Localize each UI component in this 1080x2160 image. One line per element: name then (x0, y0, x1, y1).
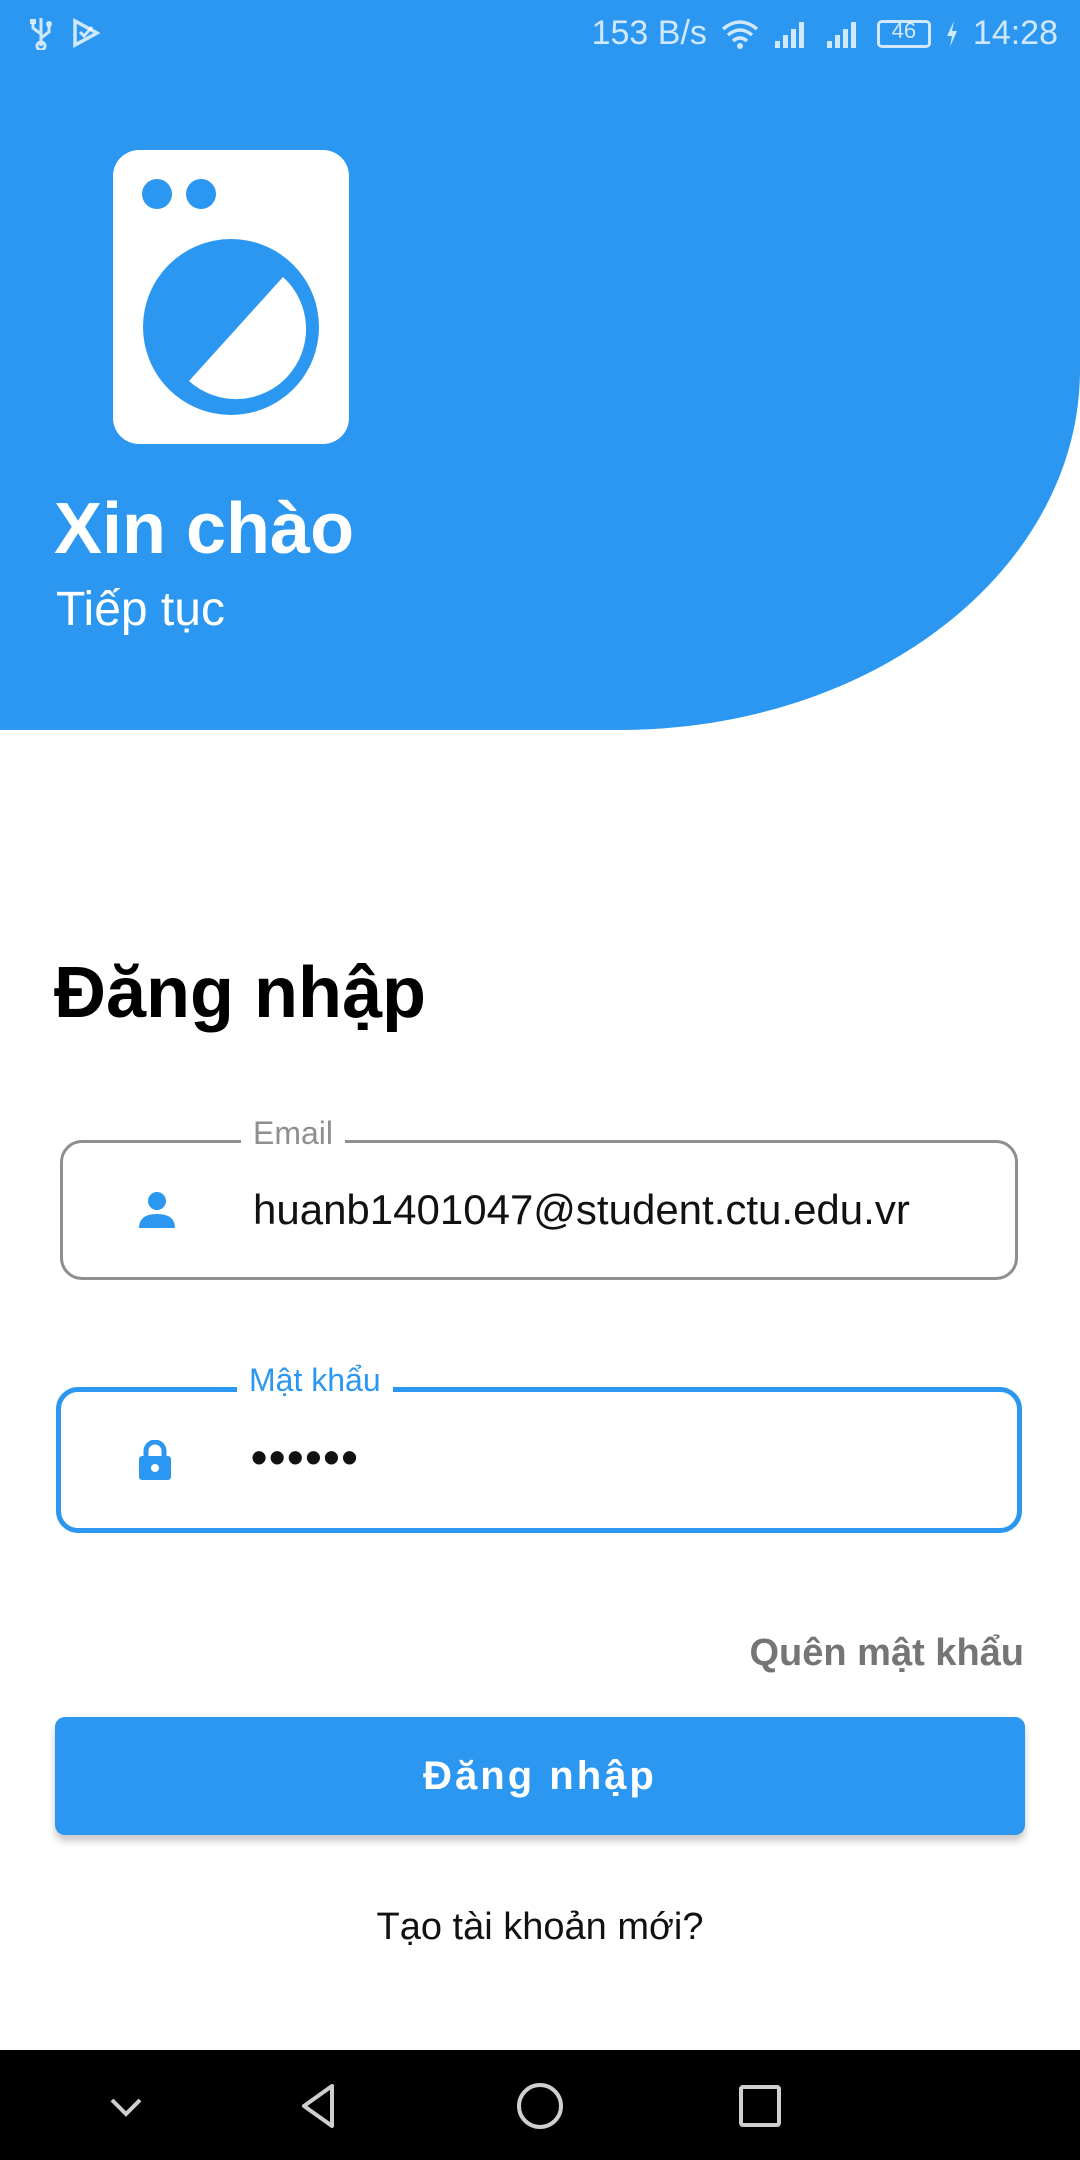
clock: 14:28 (972, 14, 1058, 52)
login-heading: Đăng nhập (54, 953, 426, 1033)
status-left (28, 16, 100, 50)
usb-icon (30, 18, 52, 50)
signal-icon-2 (826, 21, 856, 48)
status-bar: 153 B/s 46 14:28 (0, 0, 1080, 70)
welcome-title: Xin chào (54, 489, 355, 569)
lock-icon (139, 1440, 171, 1480)
forgot-password-link[interactable]: Quên mật khẩu (750, 1632, 1025, 1675)
email-field[interactable]: Email huanb1401047@student.ctu.edu.vr (60, 1115, 1018, 1280)
battery-level: 46 (891, 17, 917, 43)
chevron-down-icon[interactable] (98, 2078, 154, 2134)
navigation-bar (0, 2050, 1080, 2160)
home-icon[interactable] (512, 2078, 568, 2134)
recents-icon[interactable] (732, 2078, 788, 2134)
battery-icon: 46 (876, 17, 931, 48)
network-speed: 153 B/s (591, 14, 707, 52)
password-label: Mật khẩu (237, 1362, 393, 1399)
charging-icon (946, 20, 957, 47)
signal-icon (774, 21, 804, 48)
wifi-icon (721, 19, 759, 49)
password-field[interactable]: Mật khẩu •••••• (56, 1362, 1022, 1533)
login-button[interactable]: Đăng nhập (55, 1717, 1025, 1835)
status-right: 153 B/s 46 14:28 (592, 14, 1058, 53)
password-input[interactable]: •••••• (251, 1430, 360, 1484)
back-icon[interactable] (292, 2078, 348, 2134)
washing-machine-icon (113, 150, 349, 444)
create-account-link[interactable]: Tạo tài khoản mới? (0, 1906, 1080, 1949)
person-icon (139, 1192, 175, 1228)
welcome-subtitle: Tiếp tục (56, 583, 225, 636)
play-store-notification-icon (73, 18, 100, 48)
login-screen: 153 B/s 46 14:28 Xin chào Tiếp tục Đăng … (0, 0, 1080, 2160)
email-input[interactable]: huanb1401047@student.ctu.edu.vr (253, 1186, 910, 1234)
email-label: Email (241, 1115, 346, 1152)
